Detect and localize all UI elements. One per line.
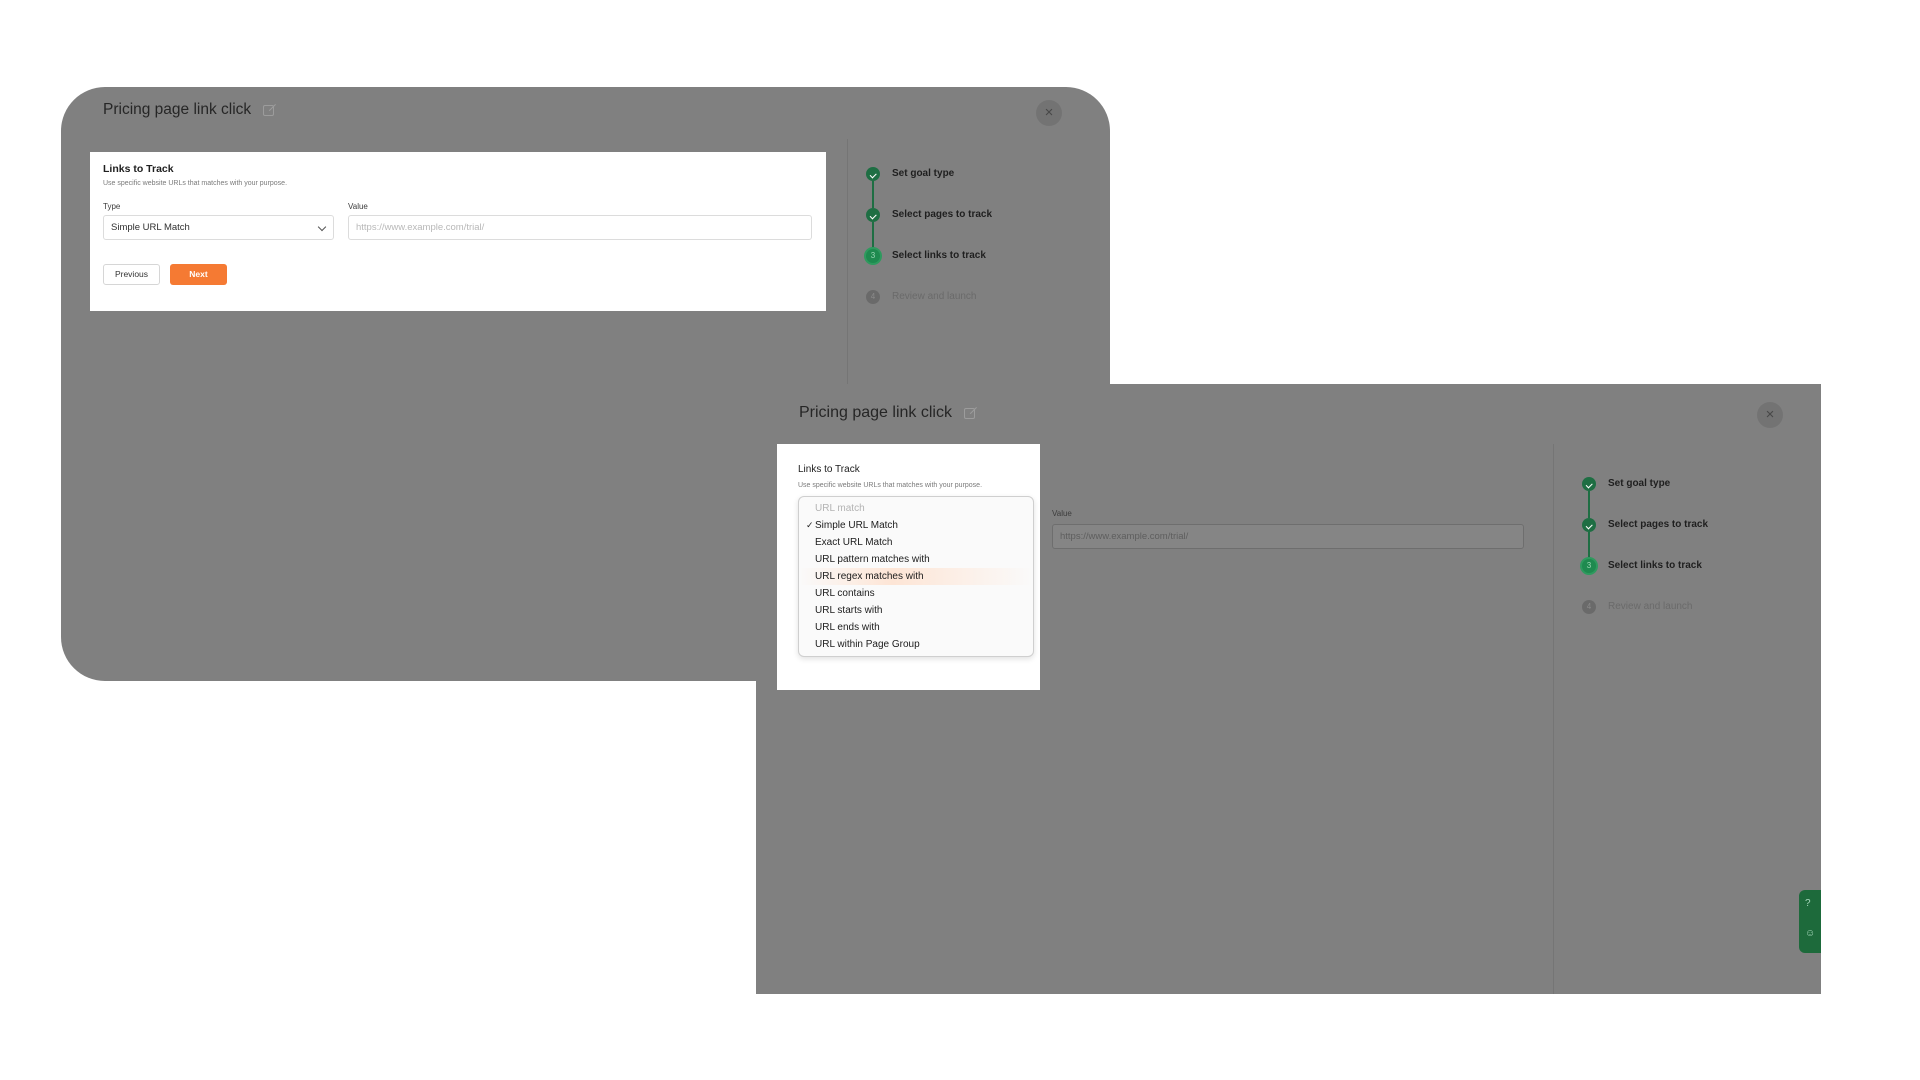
step-connector bbox=[872, 222, 874, 249]
dropdown-option[interactable]: Exact URL Match bbox=[799, 534, 1033, 551]
dropdown-option-label: Simple URL Match bbox=[815, 520, 898, 531]
step-select-links: 3 Select links to track bbox=[1582, 559, 1708, 600]
step-label: Review and launch bbox=[1608, 601, 1693, 612]
step-connector bbox=[872, 181, 874, 208]
value-input-placeholder: https://www.example.com/trial/ bbox=[1060, 531, 1189, 542]
dropdown-option[interactable]: URL starts with bbox=[799, 602, 1033, 619]
dropdown-group-header: URL match bbox=[815, 503, 865, 514]
dropdown-option-hovered[interactable]: URL regex matches with bbox=[799, 568, 1033, 585]
modal-title-text: Pricing page link click bbox=[103, 101, 252, 118]
links-to-track-card: Links to Track Use specific website URLs… bbox=[777, 444, 1040, 690]
step-set-goal-type: Set goal type bbox=[1582, 477, 1708, 518]
dropdown-option[interactable]: URL contains bbox=[799, 585, 1033, 602]
card-title: Links to Track bbox=[798, 464, 860, 475]
type-dropdown-menu[interactable]: URL match ✓ Simple URL Match Exact URL M… bbox=[798, 496, 1034, 657]
step-check-icon bbox=[1582, 477, 1596, 491]
previous-button[interactable]: Previous bbox=[103, 264, 160, 285]
close-button[interactable]: × bbox=[1757, 402, 1783, 428]
step-check-icon bbox=[1582, 518, 1596, 532]
step-check-icon bbox=[866, 208, 880, 222]
modal-title: Pricing page link click bbox=[799, 404, 975, 422]
step-label: Select links to track bbox=[1608, 560, 1702, 571]
chat-icon[interactable]: ☺ bbox=[1805, 928, 1815, 939]
step-label: Select pages to track bbox=[1608, 519, 1709, 530]
value-label: Value bbox=[348, 202, 368, 211]
edit-icon[interactable] bbox=[963, 407, 975, 419]
step-select-pages: Select pages to track bbox=[1582, 518, 1708, 559]
step-connector bbox=[1588, 491, 1590, 518]
dropdown-option[interactable]: URL pattern matches with bbox=[799, 551, 1033, 568]
panel-divider bbox=[1553, 444, 1554, 994]
card-subtitle: Use specific website URLs that matches w… bbox=[798, 482, 983, 489]
modal-title-text: Pricing page link click bbox=[799, 404, 952, 421]
value-input[interactable]: https://www.example.com/trial/ bbox=[348, 215, 812, 240]
help-widget[interactable]: ? ☺ bbox=[1799, 890, 1821, 953]
modal-title: Pricing page link click bbox=[103, 101, 275, 119]
step-set-goal-type: Set goal type bbox=[866, 167, 992, 208]
step-label: Set goal type bbox=[892, 168, 955, 179]
type-select[interactable]: Simple URL Match bbox=[103, 215, 334, 240]
chevron-down-icon bbox=[317, 222, 327, 232]
value-input-placeholder: https://www.example.com/trial/ bbox=[356, 222, 485, 233]
step-number: 4 bbox=[1582, 600, 1596, 614]
dropdown-option[interactable]: URL ends with bbox=[799, 619, 1033, 636]
step-label: Set goal type bbox=[1608, 478, 1671, 489]
step-label: Select links to track bbox=[892, 250, 986, 261]
next-button[interactable]: Next bbox=[170, 264, 227, 285]
close-button[interactable]: × bbox=[1036, 100, 1062, 126]
edit-icon[interactable] bbox=[263, 104, 275, 116]
dropdown-option-selected[interactable]: ✓ Simple URL Match bbox=[799, 517, 1033, 534]
card-title: Links to Track bbox=[103, 163, 174, 175]
dropdown-option[interactable]: URL within Page Group bbox=[799, 636, 1033, 653]
links-to-track-card: Links to Track Use specific website URLs… bbox=[90, 152, 826, 311]
value-label: Value bbox=[1052, 509, 1072, 518]
help-icon[interactable]: ? bbox=[1805, 898, 1811, 909]
step-number: 4 bbox=[866, 290, 880, 304]
step-connector bbox=[1588, 532, 1590, 559]
type-label: Type bbox=[103, 202, 121, 211]
card-subtitle: Use specific website URLs that matches w… bbox=[103, 180, 288, 187]
value-input[interactable]: https://www.example.com/trial/ bbox=[1052, 524, 1524, 549]
step-label: Select pages to track bbox=[892, 209, 993, 220]
step-number: 3 bbox=[1582, 559, 1596, 573]
step-review-launch: 4 Review and launch bbox=[866, 290, 992, 331]
step-select-pages: Select pages to track bbox=[866, 208, 992, 249]
type-select-value: Simple URL Match bbox=[111, 222, 190, 233]
progress-steps: Set goal type Select pages to track 3 Se… bbox=[1582, 477, 1708, 641]
step-review-launch: 4 Review and launch bbox=[1582, 600, 1708, 641]
step-select-links: 3 Select links to track bbox=[866, 249, 992, 290]
progress-steps: Set goal type Select pages to track 3 Se… bbox=[866, 167, 992, 331]
step-label: Review and launch bbox=[892, 291, 977, 302]
modal-window-front: Pricing page link click × Links to Track… bbox=[756, 384, 1821, 994]
step-number: 3 bbox=[866, 249, 880, 263]
checkmark-icon: ✓ bbox=[806, 520, 814, 530]
step-check-icon bbox=[866, 167, 880, 181]
